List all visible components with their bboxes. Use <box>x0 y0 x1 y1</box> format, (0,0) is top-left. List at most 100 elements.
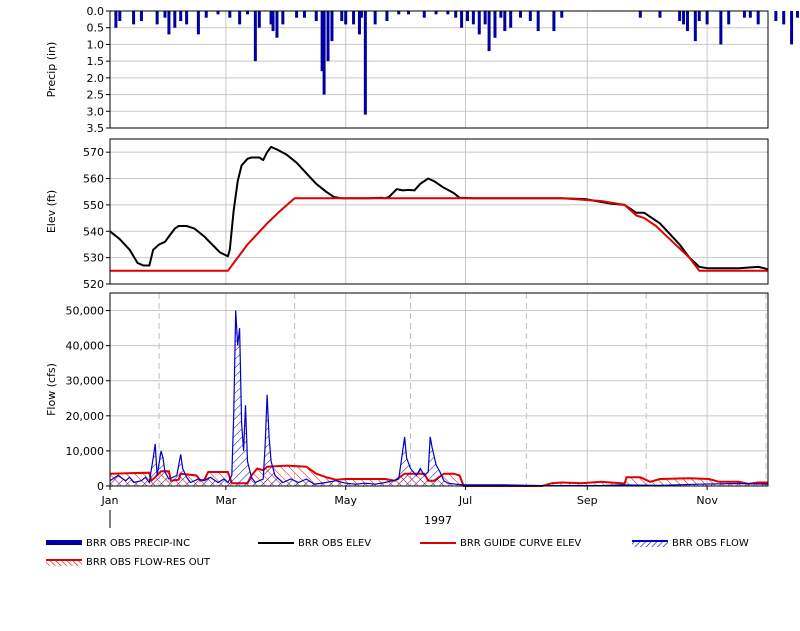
precip-bar <box>719 11 723 45</box>
y-tick-label: 3.0 <box>87 105 105 118</box>
precip-bar <box>678 11 682 22</box>
precip-bar <box>528 11 532 22</box>
precip-bar <box>685 11 689 32</box>
y-tick-label: 560 <box>83 173 104 186</box>
legend-item: BRR GUIDE CURVE ELEV <box>420 538 581 549</box>
y-tick-label: 2.0 <box>87 72 105 85</box>
panel-border <box>109 292 769 487</box>
precip-bar <box>487 11 491 52</box>
x-tick-label: May <box>334 494 357 507</box>
legend-item: BRR OBS FLOW-RES OUT <box>46 557 210 568</box>
x-axis-label: 1997 <box>424 514 452 527</box>
precip-bar <box>155 11 159 25</box>
precip-bar <box>483 11 487 25</box>
y-tick-label: 0.5 <box>87 22 105 35</box>
precip-bar <box>477 11 481 35</box>
precip-bar <box>326 11 330 62</box>
precip-bar <box>503 11 507 32</box>
precip-bar <box>302 11 306 18</box>
panel-2: 520 530 540 550 560 570 Elev (ft) <box>45 138 769 291</box>
legend-item: BRR OBS FLOW <box>632 538 749 549</box>
y-tick-label: 30,000 <box>66 375 105 388</box>
y-tick-label: 0 <box>97 480 104 493</box>
precip-bar <box>519 11 523 18</box>
precip-bar <box>179 11 183 22</box>
precip-bar <box>727 11 731 25</box>
x-tick-label: Mar <box>216 494 237 507</box>
legend-label: BRR OBS FLOW <box>672 538 749 549</box>
precip-bar <box>196 11 200 35</box>
precip-bar <box>493 11 497 38</box>
y-tick-label: 40,000 <box>66 340 105 353</box>
precip-bar <box>295 11 299 18</box>
precip-bar <box>373 11 377 25</box>
y-tick-label: 20,000 <box>66 410 105 423</box>
y-axis-label: Flow (cfs) <box>45 363 58 416</box>
legend-swatch <box>46 540 82 545</box>
legend-label: BRR OBS ELEV <box>298 538 372 549</box>
panel-1: 0.0 0.5 1.0 1.5 2.0 2.5 3.0 3.5 Precip (in) <box>45 5 799 135</box>
legend-label: BRR OBS PRECIP-INC <box>86 538 191 549</box>
y-tick-label: 1.5 <box>87 55 105 68</box>
precip-bar <box>795 11 799 18</box>
y-tick-label: 10,000 <box>66 445 105 458</box>
precip-bar <box>536 11 540 32</box>
legend-swatch <box>258 542 294 544</box>
legend-swatch <box>46 559 82 566</box>
precip-bar <box>697 11 701 22</box>
precip-bar <box>434 11 438 15</box>
series-area-line <box>109 310 769 487</box>
legend-item: BRR OBS ELEV <box>258 538 371 549</box>
chart-svg: 0.0 0.5 1.0 1.5 2.0 2.5 3.0 3.5 Precip (in) 520 53… <box>45 5 799 528</box>
y-axis-label: Precip (in) <box>45 42 58 98</box>
y-tick-label: 2.5 <box>87 89 105 102</box>
y-axis-label: Elev (ft) <box>45 190 58 233</box>
y-tick-label: 1.0 <box>87 38 105 51</box>
y-tick-label: 50,000 <box>66 305 105 318</box>
precip-bar <box>271 11 275 32</box>
precip-bar <box>216 11 220 15</box>
y-tick-label: 540 <box>83 225 104 238</box>
precip-bar <box>790 11 794 45</box>
precip-bar <box>385 11 389 22</box>
precip-bar <box>471 11 475 25</box>
precip-bar <box>238 11 242 25</box>
precip-bar <box>705 11 709 25</box>
precip-bar <box>756 11 760 25</box>
precip-bar <box>173 11 177 28</box>
legend-swatch <box>420 542 456 544</box>
y-tick-label: 550 <box>83 199 104 212</box>
precip-bar <box>322 11 326 95</box>
x-tick-label: Sep <box>577 494 598 507</box>
precip-bar <box>281 11 285 25</box>
precip-bar <box>314 11 318 22</box>
precip-bar <box>253 11 257 62</box>
y-tick-label: 0.0 <box>87 5 105 18</box>
precip-bar <box>748 11 752 18</box>
series-line <box>109 145 769 271</box>
precip-bar <box>114 11 118 28</box>
legend-item: BRR OBS PRECIP-INC <box>46 538 190 549</box>
legend-label: BRR OBS FLOW-RES OUT <box>86 557 211 568</box>
precip-bar <box>693 11 697 42</box>
panel-border <box>109 138 769 285</box>
precip-bar <box>118 11 122 22</box>
precip-bar <box>185 11 189 25</box>
panel-3: 0 10,000 20,000 30,000 40,000 50,000 Flow (cfs… <box>45 292 769 493</box>
precip-bar <box>407 11 411 15</box>
precip-bar <box>363 11 367 115</box>
precip-bar <box>446 11 450 15</box>
legend-swatch <box>632 540 668 547</box>
precip-bar <box>344 11 348 25</box>
precip-bar <box>397 11 401 15</box>
precip-bar <box>204 11 208 18</box>
x-tick-label: Jan <box>101 494 119 507</box>
precip-bar <box>552 11 556 32</box>
x-tick-label: Jul <box>458 494 472 507</box>
precip-bar <box>257 11 261 28</box>
precip-bar <box>352 11 356 25</box>
precip-bar <box>245 11 249 15</box>
precip-bar <box>167 11 171 35</box>
precip-bar <box>454 11 458 18</box>
precip-bar <box>340 11 344 22</box>
